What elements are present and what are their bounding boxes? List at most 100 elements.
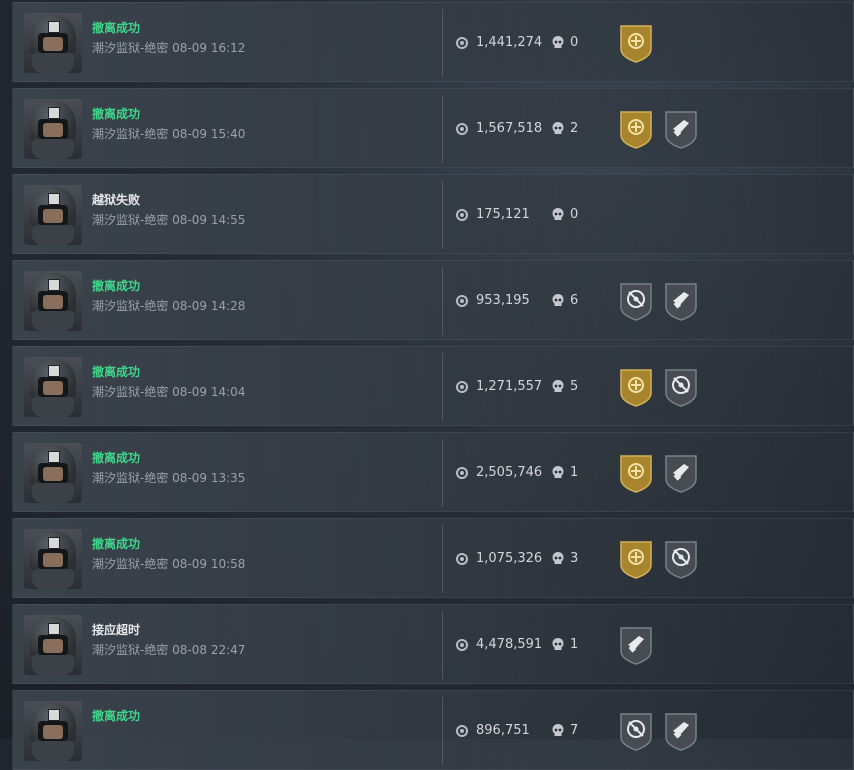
loot-value: 1,075,326 (476, 551, 543, 566)
coin-icon (456, 467, 468, 479)
kill-count: 0 (570, 35, 579, 50)
gray-gun-badge[interactable] (664, 109, 698, 149)
divider (442, 697, 443, 765)
gold-crosshair-badge[interactable] (619, 453, 653, 493)
divider (442, 95, 443, 163)
match-record-row[interactable]: 越狱失败潮汐监狱-绝密 08-09 14:55 175,121 0 (12, 174, 854, 254)
match-record-row[interactable]: 撤离成功潮汐监狱-绝密 08-09 15:40 1,567,518 2 (12, 88, 854, 168)
match-status: 撤离成功 (92, 709, 141, 723)
match-record-row[interactable]: 撤离成功 潮汐监狱-绝密 08-09 14:04 1,271,557 5 (12, 346, 854, 426)
operator-avatar (24, 615, 82, 675)
match-meta: 潮汐监狱-绝密 08-08 22:47 (92, 641, 245, 658)
match-record-row[interactable]: 撤离成功潮汐监狱-绝密 08-09 10:58 1,075,326 3 (12, 518, 854, 598)
match-status: 接应超时 (92, 623, 141, 637)
operator-avatar (24, 271, 82, 331)
loot-value: 2,505,746 (476, 465, 543, 480)
match-time: 08-09 14:28 (172, 299, 246, 313)
gray-gun-badge[interactable] (664, 711, 698, 751)
operator-avatar (24, 701, 82, 761)
skull-icon (552, 294, 564, 306)
coin-icon (456, 123, 468, 135)
map-name: 潮汐监狱-绝密 (92, 471, 169, 485)
gold-crosshair-badge[interactable] (619, 367, 653, 407)
coin-icon (456, 639, 468, 651)
skull-icon (552, 724, 564, 736)
match-record-row[interactable]: 接应超时潮汐监狱-绝密 08-08 22:47 4,478,591 1 (12, 604, 854, 684)
match-record-row[interactable]: 撤离成功潮汐监狱-绝密 08-09 13:35 2,505,746 1 (12, 432, 854, 512)
gray-target-badge[interactable] (664, 367, 698, 407)
match-status: 撤离成功 (92, 451, 141, 465)
loot-value: 896,751 (476, 723, 530, 738)
match-status: 越狱失败 (92, 193, 141, 207)
kill-count: 7 (570, 723, 579, 738)
match-meta: 潮汐监狱-绝密 08-09 16:12 (92, 39, 245, 56)
divider (442, 439, 443, 507)
skull-icon (552, 208, 564, 220)
match-meta: 潮汐监狱-绝密 08-09 10:58 (92, 555, 245, 572)
match-meta: 潮汐监狱-绝密 08-09 15:40 (92, 125, 245, 142)
match-time: 08-09 14:55 (172, 213, 246, 227)
skull-icon (552, 122, 564, 134)
match-record-row[interactable]: 撤离成功 潮汐监狱-绝密 08-09 14:28 953,195 6 (12, 260, 854, 340)
match-time: 08-09 16:12 (172, 41, 246, 55)
match-meta: 潮汐监狱-绝密 08-09 14:04 (92, 383, 245, 400)
gray-target-badge[interactable] (619, 281, 653, 321)
gray-target-badge[interactable] (664, 539, 698, 579)
match-status: 撤离成功 (92, 537, 141, 551)
map-name: 潮汐监狱-绝密 (92, 557, 169, 571)
skull-icon (552, 36, 564, 48)
divider (442, 353, 443, 421)
gold-crosshair-badge[interactable] (619, 109, 653, 149)
match-status: 撤离成功 (92, 279, 141, 293)
loot-value: 175,121 (476, 207, 530, 222)
divider (442, 181, 443, 249)
skull-icon (552, 638, 564, 650)
divider (442, 9, 443, 77)
coin-icon (456, 381, 468, 393)
map-name: 潮汐监狱-绝密 (92, 41, 169, 55)
match-time: 08-09 15:40 (172, 127, 246, 141)
gray-gun-badge[interactable] (664, 453, 698, 493)
kill-count: 5 (570, 379, 579, 394)
operator-avatar (24, 13, 82, 73)
match-status: 撤离成功 (92, 107, 141, 121)
kill-count: 6 (570, 293, 579, 308)
match-time: 08-08 22:47 (172, 643, 246, 657)
gray-gun-badge[interactable] (664, 281, 698, 321)
operator-avatar (24, 99, 82, 159)
operator-avatar (24, 185, 82, 245)
coin-icon (456, 725, 468, 737)
match-record-row[interactable]: 撤离成功 潮汐监狱-绝密 08-09 16:12 1,441,274 0 (12, 2, 854, 82)
kill-count: 2 (570, 121, 579, 136)
match-time: 08-09 13:35 (172, 471, 246, 485)
operator-avatar (24, 529, 82, 589)
map-name: 潮汐监狱-绝密 (92, 299, 169, 313)
loot-value: 1,567,518 (476, 121, 543, 136)
match-time: 08-09 10:58 (172, 557, 246, 571)
gold-crosshair-badge[interactable] (619, 23, 653, 63)
skull-icon (552, 466, 564, 478)
gold-crosshair-badge[interactable] (619, 539, 653, 579)
coin-icon (456, 553, 468, 565)
divider (442, 267, 443, 335)
match-meta: 潮汐监狱-绝密 08-09 14:28 (92, 297, 245, 314)
kill-count: 0 (570, 207, 579, 222)
match-record-row[interactable]: 撤离成功 896,751 7 (12, 690, 854, 770)
match-time: 08-09 14:04 (172, 385, 246, 399)
coin-icon (456, 209, 468, 221)
operator-avatar (24, 443, 82, 503)
match-status: 撤离成功 (92, 365, 141, 379)
map-name: 潮汐监狱-绝密 (92, 385, 169, 399)
kill-count: 3 (570, 551, 579, 566)
coin-icon (456, 295, 468, 307)
match-meta: 潮汐监狱-绝密 08-09 13:35 (92, 469, 245, 486)
kill-count: 1 (570, 465, 579, 480)
gray-gun-badge[interactable] (619, 625, 653, 665)
kill-count: 1 (570, 637, 579, 652)
divider (442, 525, 443, 593)
skull-icon (552, 552, 564, 564)
skull-icon (552, 380, 564, 392)
gray-target-badge[interactable] (619, 711, 653, 751)
loot-value: 4,478,591 (476, 637, 543, 652)
match-meta: 潮汐监狱-绝密 08-09 14:55 (92, 211, 245, 228)
